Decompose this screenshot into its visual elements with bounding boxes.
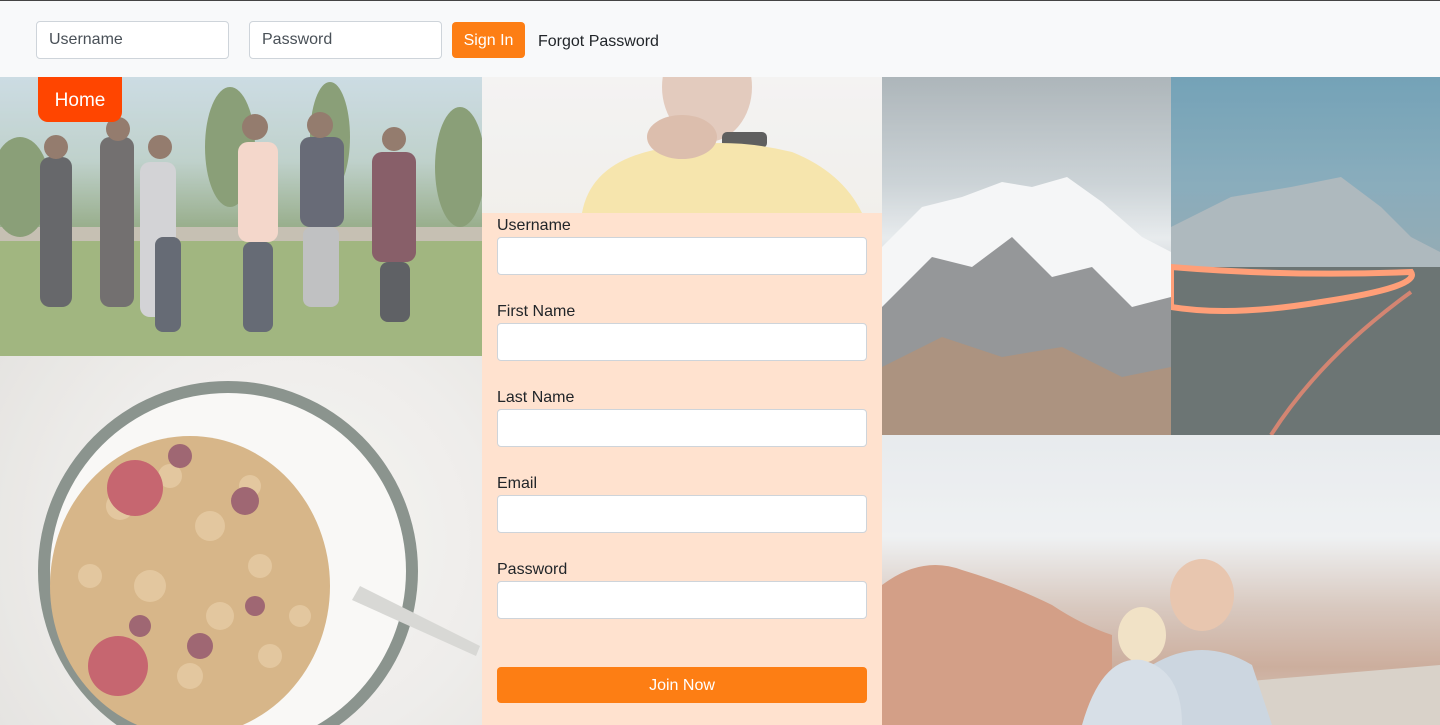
header-username-input[interactable] xyxy=(36,21,229,59)
mountain-photo xyxy=(882,77,1171,435)
password-label: Password xyxy=(497,561,568,578)
username-input[interactable] xyxy=(497,237,867,275)
signup-form: Username First Name Last Name Email Pass… xyxy=(482,213,882,725)
portrait-photo xyxy=(482,77,882,213)
username-label: Username xyxy=(497,217,571,234)
top-navbar: Sign In Forgot Password xyxy=(0,0,1440,77)
first-name-input[interactable] xyxy=(497,323,867,361)
header-password-input[interactable] xyxy=(249,21,442,59)
forgot-password-link[interactable]: Forgot Password xyxy=(538,33,659,51)
night-road-photo xyxy=(1171,77,1440,435)
last-name-label: Last Name xyxy=(497,389,575,406)
home-button[interactable]: Home xyxy=(38,77,122,122)
email-label: Email xyxy=(497,475,538,492)
sign-in-button[interactable]: Sign In xyxy=(452,22,525,58)
email-input[interactable] xyxy=(497,495,867,533)
first-name-label: First Name xyxy=(497,303,576,320)
couple-photo xyxy=(882,435,1440,725)
join-now-button[interactable]: Join Now xyxy=(497,667,867,703)
last-name-input[interactable] xyxy=(497,409,867,447)
granola-bowl-photo xyxy=(0,356,482,725)
password-input[interactable] xyxy=(497,581,867,619)
